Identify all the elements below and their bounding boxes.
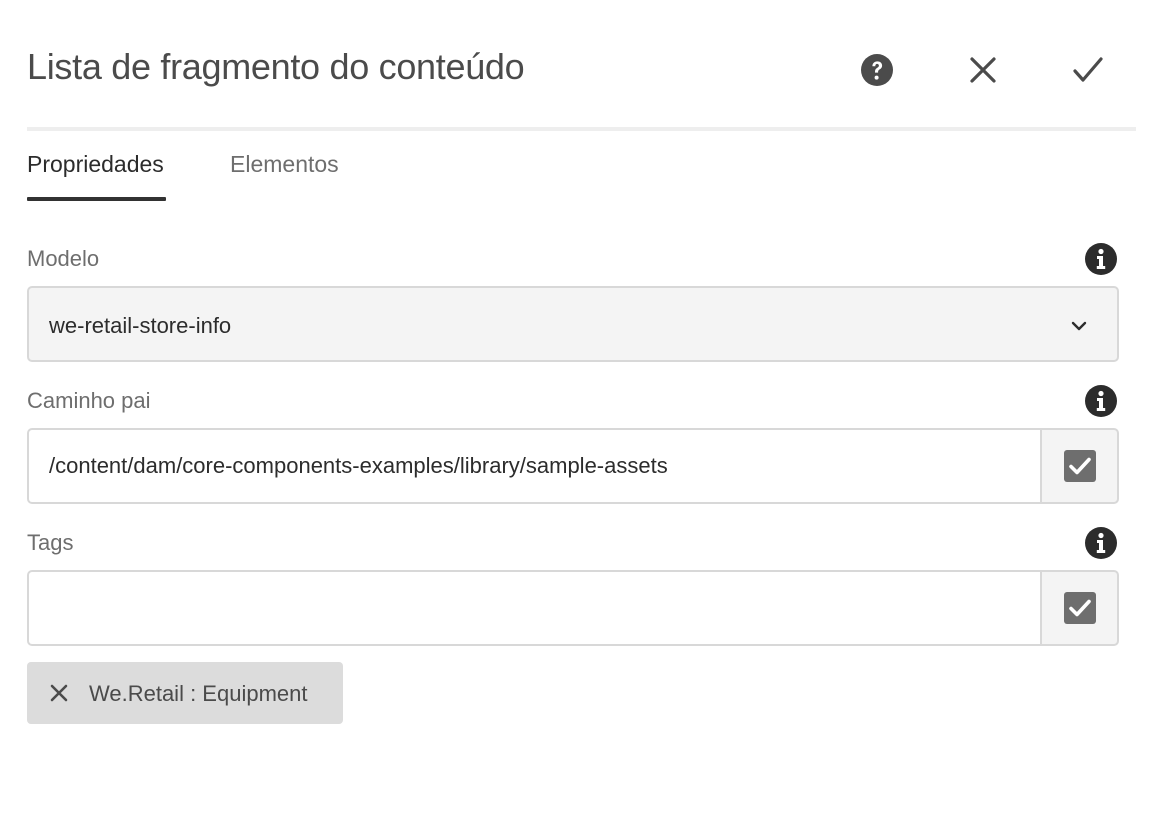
tag-chip: We.Retail : Equipment: [27, 662, 343, 724]
parent-path-input[interactable]: [27, 428, 1041, 504]
help-icon: [861, 54, 893, 86]
parent-path-label: Caminho pai: [27, 388, 151, 413]
tab-elementos[interactable]: Elementos: [230, 151, 339, 178]
info-icon[interactable]: [1084, 242, 1118, 276]
checkbox-checked-icon: [1063, 592, 1096, 624]
dialog-header: Lista de fragmento do conteúdo: [27, 0, 1136, 130]
model-select[interactable]: we-retail-store-info: [27, 286, 1119, 362]
chevron-down-icon: [1071, 321, 1087, 331]
tags-label: Tags: [27, 530, 74, 555]
tags-picker-button[interactable]: [1040, 570, 1119, 646]
model-label: Modelo: [27, 246, 100, 271]
close-button[interactable]: [961, 48, 1005, 92]
tab-propriedades[interactable]: Propriedades: [27, 151, 164, 178]
info-icon[interactable]: [1084, 384, 1118, 418]
parent-path-field: [27, 428, 1119, 504]
tags-field: [27, 570, 1119, 646]
remove-tag-icon[interactable]: [47, 681, 71, 705]
dialog-title: Lista de fragmento do conteúdo: [27, 46, 525, 87]
done-button[interactable]: [1066, 48, 1110, 92]
parent-path-picker-button[interactable]: [1040, 428, 1119, 504]
checkbox-checked-icon: [1063, 450, 1096, 482]
info-icon[interactable]: [1084, 526, 1118, 560]
tag-chip-label: We.Retail : Equipment: [89, 681, 308, 706]
tab-list: Propriedades Elementos: [27, 131, 627, 203]
checkmark-icon: [1073, 57, 1103, 82]
model-select-value: we-retail-store-info: [49, 313, 232, 338]
help-button[interactable]: [855, 48, 899, 92]
active-tab-indicator: [27, 197, 166, 201]
close-icon: [970, 57, 996, 83]
tags-input[interactable]: [27, 570, 1041, 646]
